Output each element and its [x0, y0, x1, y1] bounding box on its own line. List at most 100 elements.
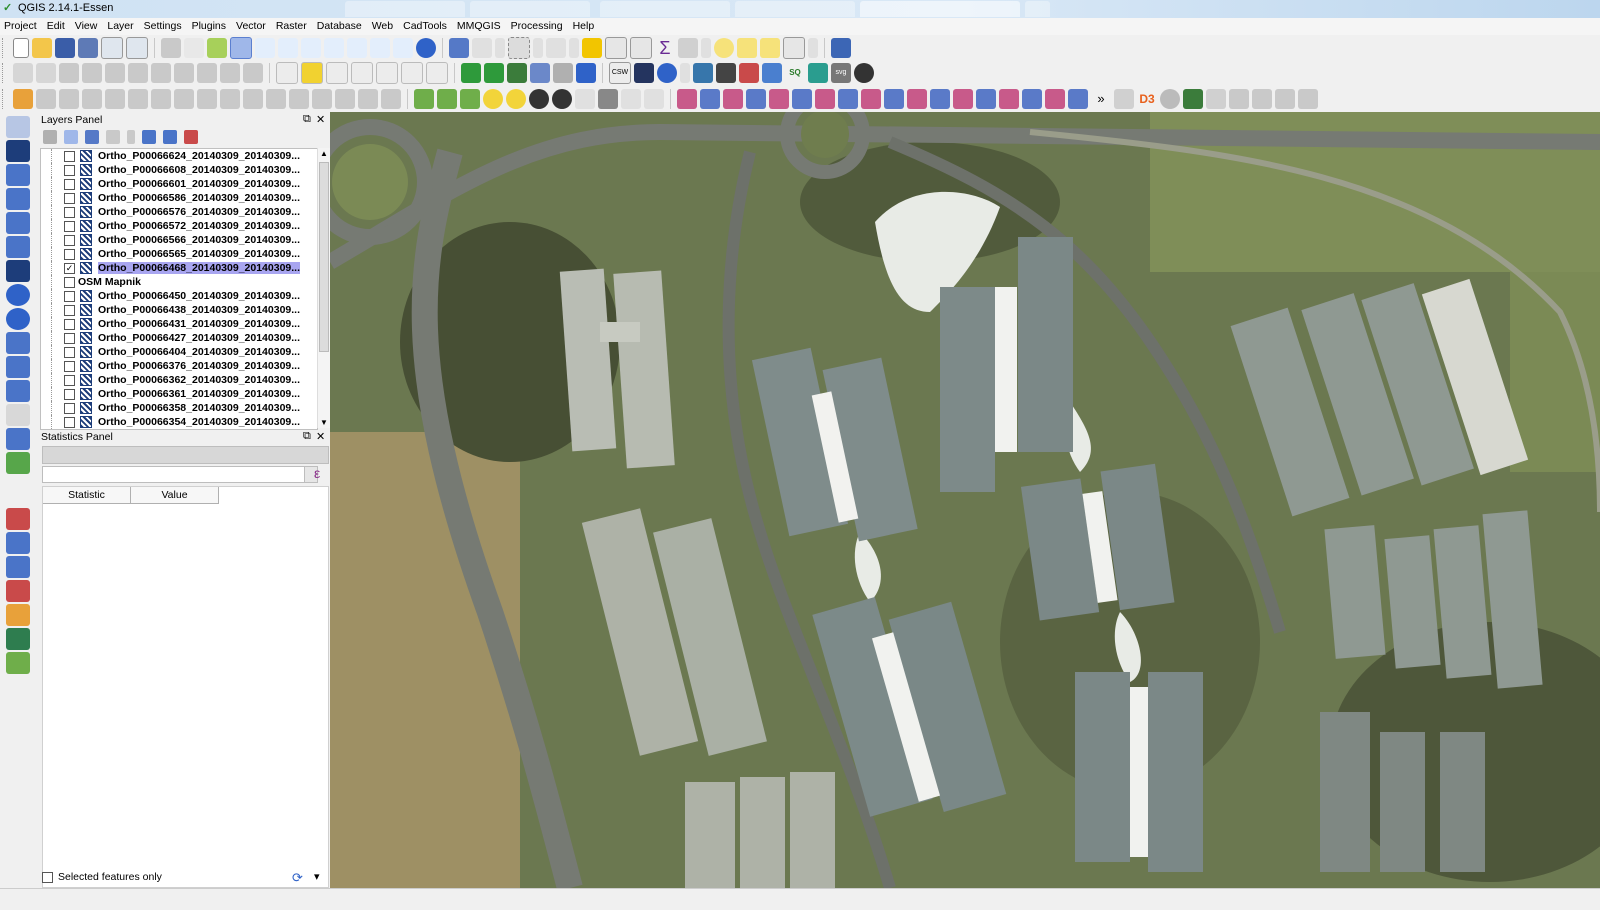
toolbar-handle[interactable] [2, 89, 6, 109]
add-part-icon[interactable] [151, 89, 171, 109]
toggle-editing-icon[interactable] [36, 63, 56, 83]
network-17-icon[interactable] [1045, 89, 1065, 109]
layer-row[interactable]: Ortho_P00066624_20140309_20140309... [41, 149, 317, 163]
new-bookmark-icon[interactable] [737, 38, 757, 58]
network-15-icon[interactable] [999, 89, 1019, 109]
copy-features-icon[interactable] [197, 63, 217, 83]
shape-digitize-icon[interactable] [6, 604, 30, 626]
layer-visibility-checkbox[interactable] [64, 249, 75, 260]
fill-ring-icon[interactable] [174, 89, 194, 109]
zoom-to-selection-icon[interactable] [324, 38, 344, 58]
network-10-icon[interactable] [884, 89, 904, 109]
add-spatialite-icon[interactable] [6, 188, 30, 210]
gear-icon[interactable] [1160, 89, 1180, 109]
delete-part-icon[interactable] [220, 89, 240, 109]
scroll-down-icon[interactable]: ▼ [319, 418, 329, 427]
scroll-up-icon[interactable]: ▲ [319, 149, 329, 158]
layer-row[interactable]: Ortho_P00066427_20140309_20140309... [41, 331, 317, 345]
sum-icon[interactable] [621, 89, 641, 109]
circle-tool-icon[interactable] [529, 89, 549, 109]
map-tips-icon[interactable] [714, 38, 734, 58]
layer-row[interactable]: Ortho_P00066438_20140309_20140309... [41, 303, 317, 317]
add-delimited-text-icon[interactable] [6, 356, 30, 378]
layer-row[interactable]: Ortho_P00066565_20140309_20140309... [41, 247, 317, 261]
layer-tree-scrollbar[interactable]: ▲ ▼ [317, 148, 330, 428]
print-composer-icon[interactable] [101, 37, 123, 59]
layer-visibility-checkbox[interactable] [64, 403, 75, 414]
tree-icon[interactable] [808, 63, 828, 83]
menu-help[interactable]: Help [569, 18, 601, 32]
add-group-icon[interactable] [43, 130, 57, 144]
split-features-icon[interactable] [289, 89, 309, 109]
reshape-icon[interactable] [243, 89, 263, 109]
save-project-icon[interactable] [55, 38, 75, 58]
histogram-2-icon[interactable] [437, 89, 457, 109]
open-project-icon[interactable] [32, 38, 52, 58]
network-5-icon[interactable] [769, 89, 789, 109]
svg-icon[interactable]: svg [831, 63, 851, 83]
node-tool-icon[interactable] [128, 63, 148, 83]
speedometer-icon[interactable] [854, 63, 874, 83]
layer-visibility-checkbox[interactable] [64, 179, 75, 190]
column-header-value[interactable]: Value [131, 487, 219, 504]
layer-row[interactable]: Ortho_P00066358_20140309_20140309... [41, 401, 317, 415]
layer-visibility-checkbox[interactable] [64, 165, 75, 176]
advanced-digitize-icon[interactable] [6, 580, 30, 602]
show-hide-labels-icon[interactable] [351, 62, 373, 84]
new-shapefile-icon[interactable] [6, 452, 30, 474]
zoom-native-icon[interactable] [278, 38, 298, 58]
network-3-icon[interactable] [723, 89, 743, 109]
layer-labeling-icon[interactable] [301, 62, 323, 84]
layer-row[interactable]: Ortho_P00066586_20140309_20140309... [41, 191, 317, 205]
layer-row[interactable]: Ortho_P00066576_20140309_20140309... [41, 205, 317, 219]
layer-row[interactable]: ✓ Ortho_P00066468_20140309_20140309... [41, 261, 317, 275]
layer-visibility-checkbox[interactable] [64, 319, 75, 330]
layer-visibility-checkbox[interactable] [64, 389, 75, 400]
histogram-3-icon[interactable] [460, 89, 480, 109]
network-4-icon[interactable] [746, 89, 766, 109]
layer-row[interactable]: Ortho_P00066601_20140309_20140309... [41, 177, 317, 191]
node-editor-icon[interactable] [6, 532, 30, 554]
add-mssql-icon[interactable] [6, 212, 30, 234]
deselect-icon[interactable] [582, 38, 602, 58]
sql-icon[interactable]: SQ [785, 63, 805, 83]
layer-visibility-checkbox[interactable] [64, 333, 75, 344]
action-icon[interactable] [472, 38, 492, 58]
layer-visibility-checkbox[interactable] [64, 305, 75, 316]
menu-edit[interactable]: Edit [43, 18, 71, 32]
close-panel-icon[interactable]: ✕ [316, 430, 325, 443]
network-12-icon[interactable] [930, 89, 950, 109]
add-oracle-icon[interactable] [6, 236, 30, 258]
add-virtual-layer-icon[interactable] [6, 380, 30, 402]
arrow-tool-icon[interactable] [6, 652, 30, 674]
select-by-expression-icon[interactable] [546, 38, 566, 58]
profile-tool-icon[interactable] [762, 63, 782, 83]
refresh-icon[interactable] [416, 38, 436, 58]
check-icon[interactable] [1206, 89, 1226, 109]
globe-icon[interactable] [657, 63, 677, 83]
field-expression-input[interactable] [42, 466, 306, 483]
dropdown-icon[interactable] [127, 130, 136, 144]
field-calculator-icon[interactable] [630, 37, 652, 59]
menu-vector[interactable]: Vector [232, 18, 272, 32]
raster-download-icon[interactable] [530, 63, 550, 83]
menu-database[interactable]: Database [313, 18, 368, 32]
shape-tool-2-icon[interactable] [1275, 89, 1295, 109]
sun-2-icon[interactable] [506, 89, 526, 109]
menu-project[interactable]: Project [0, 18, 43, 32]
map-canvas[interactable] [330, 112, 1600, 888]
panel-menu-icon[interactable]: ▾ [314, 870, 320, 883]
raster-calc-icon[interactable] [598, 89, 618, 109]
split-parts-icon[interactable] [312, 89, 332, 109]
current-edits-icon[interactable] [13, 63, 33, 83]
undo-icon[interactable] [59, 89, 79, 109]
menu-plugins[interactable]: Plugins [188, 18, 232, 32]
network-14-icon[interactable] [976, 89, 996, 109]
pan-hand-icon[interactable] [184, 38, 204, 58]
hd-layer-icon[interactable] [484, 63, 504, 83]
pin-labels-icon[interactable] [326, 62, 348, 84]
add-feature-icon[interactable] [82, 63, 102, 83]
dropdown-icon[interactable] [701, 38, 711, 58]
float-panel-icon[interactable]: ⧉ [303, 430, 311, 443]
layer-row[interactable]: Ortho_P00066404_20140309_20140309... [41, 345, 317, 359]
